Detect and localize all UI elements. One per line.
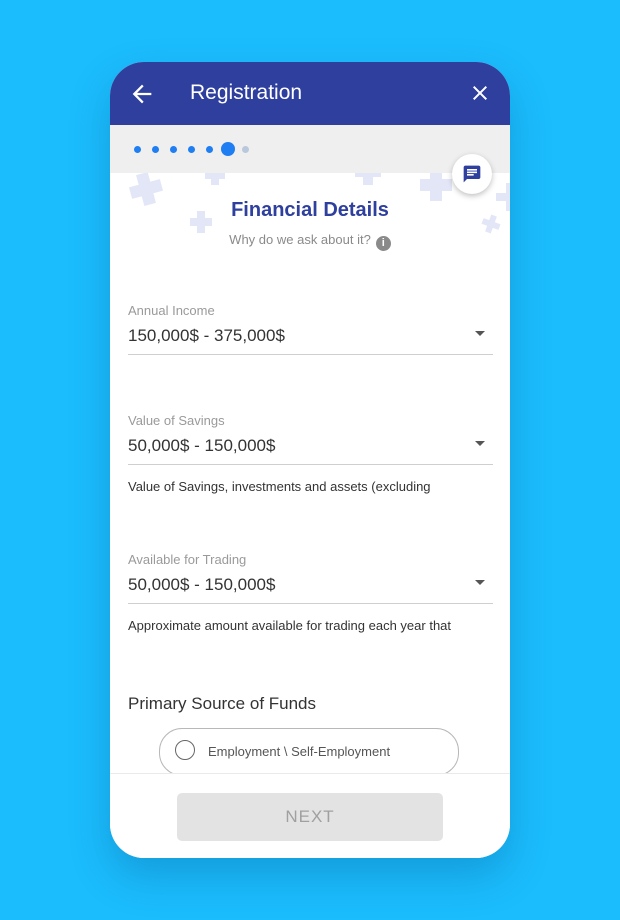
form-content[interactable] xyxy=(110,173,510,773)
step-dot xyxy=(170,146,177,153)
why-ask-text: Why do we ask about it? xyxy=(229,232,371,247)
dropdown-caret-icon xyxy=(475,580,485,585)
field-label: Annual Income xyxy=(128,303,215,318)
dropdown-caret-icon xyxy=(475,441,485,446)
field-underline xyxy=(128,603,493,604)
step-dot xyxy=(188,146,195,153)
step-dot xyxy=(242,146,249,153)
step-dot xyxy=(134,146,141,153)
step-dot xyxy=(206,146,213,153)
footer-bar: NEXT xyxy=(110,773,510,858)
field-label: Value of Savings xyxy=(128,413,225,428)
page-title: Registration xyxy=(190,81,303,104)
app-bar: Registration xyxy=(110,62,510,125)
step-dot xyxy=(152,146,159,153)
info-icon[interactable]: i xyxy=(375,236,391,251)
field-value: 50,000$ - 150,000$ xyxy=(128,575,276,594)
funds-option-employment[interactable]: Employment \ Self-Employment xyxy=(159,728,459,776)
step-dot-current xyxy=(221,142,235,156)
next-button[interactable]: NEXT xyxy=(177,793,443,841)
funds-section-title: Primary Source of Funds xyxy=(128,694,317,713)
chat-button[interactable] xyxy=(452,154,492,194)
field-value: 50,000$ - 150,000$ xyxy=(128,436,276,455)
field-value: 150,000$ - 375,000$ xyxy=(128,326,285,345)
chat-icon xyxy=(463,165,481,183)
option-label: Employment \ Self-Employment xyxy=(208,744,391,759)
trading-helper-text: Approximate amount available for trading… xyxy=(128,618,452,633)
close-icon[interactable] xyxy=(468,81,492,105)
progress-stepper xyxy=(110,125,510,173)
field-label: Available for Trading xyxy=(128,552,247,567)
field-underline xyxy=(128,354,493,355)
why-ask-link[interactable]: Why do we ask about it? i xyxy=(110,232,510,251)
savings-helper-text: Value of Savings, investments and assets… xyxy=(128,479,431,494)
field-underline xyxy=(128,464,493,465)
annual-income-select[interactable]: Annual Income 150,000$ - 375,000$ xyxy=(128,303,493,355)
section-title: Financial Details xyxy=(231,199,389,221)
trading-amount-select[interactable]: Available for Trading 50,000$ - 150,000$ xyxy=(128,552,493,604)
savings-value-select[interactable]: Value of Savings 50,000$ - 150,000$ xyxy=(128,413,493,465)
dropdown-caret-icon xyxy=(475,331,485,336)
radio-button[interactable] xyxy=(175,740,195,760)
back-arrow-icon[interactable] xyxy=(128,80,156,108)
phone-frame: Registration Financial Details Why do we… xyxy=(110,62,510,858)
